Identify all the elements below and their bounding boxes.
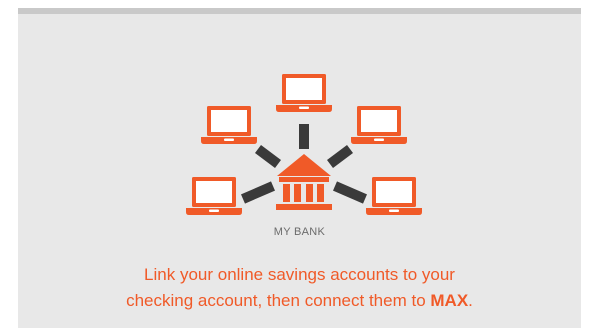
- bank-label: MY BANK: [273, 226, 326, 238]
- laptop-icon: [186, 177, 242, 215]
- caption-text: Link your online savings accounts to you…: [18, 262, 581, 314]
- caption-line-2: checking account, then connect them to M…: [18, 288, 581, 314]
- connector-upper-right: [327, 145, 353, 168]
- laptop-icon: [276, 74, 332, 112]
- connector-upper-left: [255, 145, 281, 168]
- bank-network-illustration: [186, 74, 422, 215]
- laptop-icon: [366, 177, 422, 215]
- caption-line-2-suffix: .: [468, 291, 473, 310]
- brand-name: MAX: [430, 291, 469, 310]
- bank-building-icon: [276, 154, 332, 210]
- connector-lower-right: [333, 181, 367, 204]
- laptop-icon: [351, 106, 407, 144]
- info-panel: MY BANK Link your online savings account…: [18, 8, 581, 328]
- caption-line-1: Link your online savings accounts to you…: [144, 265, 455, 284]
- laptop-icon: [201, 106, 257, 144]
- connector-lower-left: [241, 181, 275, 204]
- caption-line-2-prefix: checking account, then connect them to: [126, 291, 431, 310]
